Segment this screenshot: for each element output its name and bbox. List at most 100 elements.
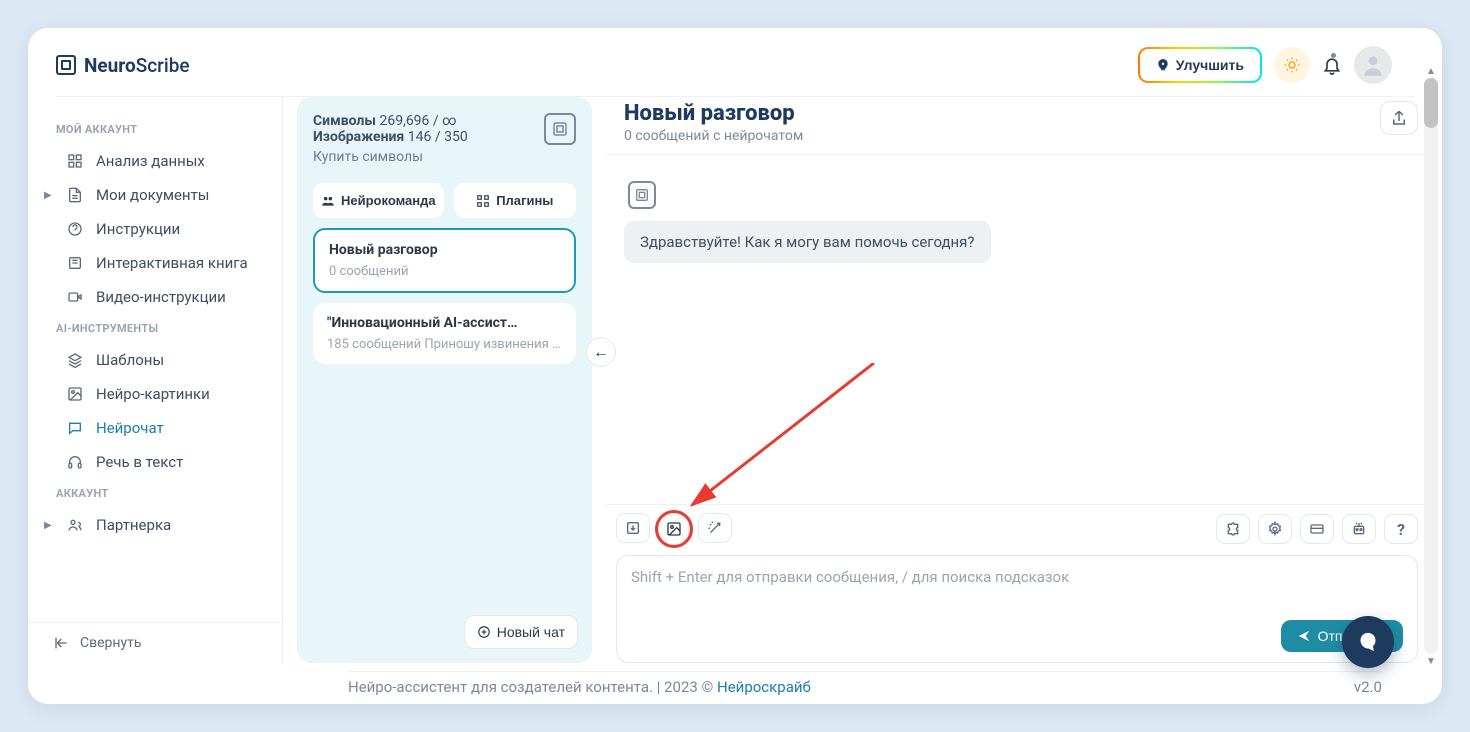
conversation-sub: 185 сообщений Приношу извинения … — [327, 337, 562, 352]
brand-badge — [544, 113, 576, 145]
sidebar-item-instructions[interactable]: Инструкции — [28, 212, 282, 246]
bot-message-bubble: Здравствуйте! Как я могу вам помочь сего… — [624, 221, 991, 263]
brand-badge-icon — [551, 120, 569, 138]
sidebar-label: Нейро-картинки — [96, 385, 210, 403]
composer: Отправить — [616, 555, 1418, 663]
plus-circle-icon — [477, 625, 491, 639]
sidebar-label: Анализ данных — [96, 152, 205, 170]
sidebar-item-documents[interactable]: ▶ Мои документы — [28, 178, 282, 212]
sidebar-label: Партнерка — [96, 516, 171, 534]
sidebar-item-interactive-book[interactable]: Интерактивная книга — [28, 246, 282, 280]
sidebar-label: Шаблоны — [96, 351, 164, 369]
tab-neuroteam[interactable]: Нейрокоманда — [313, 183, 444, 218]
app-header: NeuroScribe Улучшить — [28, 28, 1442, 90]
chat-area: Новый разговор 0 сообщений с нейрочатом … — [592, 97, 1442, 663]
extension-button[interactable] — [1216, 514, 1250, 544]
user-avatar[interactable] — [1354, 46, 1392, 84]
rocket-icon — [1156, 58, 1170, 72]
sidebar-section-account: МОЙ АККАУНТ — [28, 115, 282, 144]
sidebar-item-speech-to-text[interactable]: Речь в текст — [28, 445, 282, 479]
sidebar-item-video-instructions[interactable]: Видео-инструкции — [28, 280, 282, 314]
sidebar: МОЙ АККАУНТ Анализ данных ▶ Мои документ… — [28, 97, 283, 663]
magic-wand-icon — [707, 520, 723, 536]
sidebar-item-partner[interactable]: ▶ Партнерка — [28, 508, 282, 542]
upgrade-label: Улучшить — [1176, 57, 1244, 73]
sidebar-item-neurochat[interactable]: Нейрочат — [28, 411, 282, 445]
upgrade-button[interactable]: Улучшить — [1138, 47, 1262, 83]
help-button[interactable]: ? — [1384, 514, 1418, 544]
sun-icon — [1283, 56, 1301, 74]
conversation-card[interactable]: Новый разговор 0 сообщений — [313, 228, 576, 293]
collapse-panel-handle[interactable]: ← — [586, 337, 616, 367]
users-icon — [66, 516, 84, 534]
input-zone: ? Отправить — [606, 504, 1428, 663]
footer-version: v2.0 — [1354, 678, 1382, 696]
conversation-title: "Инновационный AI-ассист… — [327, 315, 562, 331]
sidebar-item-analytics[interactable]: Анализ данных — [28, 144, 282, 178]
scroll-up-arrow[interactable]: ▲ — [1424, 64, 1438, 78]
sidebar-section-ai-tools: AI-ИНСТРУМЕНТЫ — [28, 314, 282, 343]
brand-logo[interactable]: NeuroScribe — [56, 54, 190, 77]
sidebar-label: Интерактивная книга — [96, 254, 248, 272]
team-icon — [321, 194, 335, 208]
conversation-title: Новый разговор — [329, 242, 560, 258]
document-icon — [66, 186, 84, 204]
puzzle-icon — [1225, 521, 1241, 537]
theme-toggle[interactable] — [1274, 47, 1310, 83]
sidebar-label: Инструкции — [96, 220, 180, 238]
sidebar-item-neuro-images[interactable]: Нейро-картинки — [28, 377, 282, 411]
robot-button[interactable] — [1342, 514, 1376, 544]
tab-neuroteam-label: Нейрокоманда — [341, 193, 436, 208]
images-label: Изображения — [313, 129, 404, 145]
help-icon — [66, 220, 84, 238]
send-icon — [1297, 629, 1311, 643]
symbols-value: 269,696 / ∞ — [379, 113, 456, 129]
brand-icon — [56, 55, 76, 75]
floating-help-button[interactable] — [1342, 616, 1394, 668]
notifications-button[interactable] — [1322, 55, 1342, 75]
brand-text: NeuroScribe — [84, 54, 190, 77]
app-footer: Нейро-ассистент для создателей контента.… — [348, 671, 1382, 702]
share-button[interactable] — [1380, 101, 1418, 135]
chat-body: Здравствуйте! Как я могу вам помочь сего… — [606, 154, 1428, 504]
attach-file-button[interactable] — [616, 513, 650, 543]
card-button[interactable] — [1300, 514, 1334, 544]
magic-button[interactable] — [698, 513, 732, 543]
panel-tabs: Нейрокоманда Плагины — [313, 183, 576, 218]
footer-brand-link[interactable]: Нейроскрайб — [717, 678, 811, 696]
conversation-card[interactable]: "Инновационный AI-ассист… 185 сообщений … — [313, 303, 576, 364]
attach-image-button[interactable] — [658, 513, 690, 545]
chat-title: Новый разговор — [624, 101, 803, 126]
help-label: ? — [1397, 520, 1405, 539]
app-window: ▲ ▼ NeuroScribe Улучшить — [28, 28, 1442, 704]
chat-header: Новый разговор 0 сообщений с нейрочатом — [606, 97, 1428, 154]
header-actions: Улучшить — [1138, 46, 1392, 84]
buy-symbols-link[interactable]: Купить символы — [313, 149, 468, 165]
sidebar-label: Видео-инструкции — [96, 288, 226, 306]
card-icon — [1309, 521, 1325, 537]
image-icon — [66, 385, 84, 403]
bot-message-row: Здравствуйте! Как я могу вам помочь сего… — [624, 181, 1410, 263]
symbols-label: Символы — [313, 113, 376, 129]
chat-subtitle: 0 сообщений с нейрочатом — [624, 128, 803, 144]
download-icon — [625, 520, 641, 536]
sidebar-item-templates[interactable]: Шаблоны — [28, 343, 282, 377]
tab-plugins-label: Плагины — [496, 193, 553, 208]
conversations-panel: Символы 269,696 / ∞ Изображения 146 / 35… — [297, 97, 592, 663]
headphones-icon — [66, 453, 84, 471]
bot-avatar — [628, 181, 656, 209]
collapse-sidebar-button[interactable]: Свернуть — [28, 622, 282, 663]
chat-bubble-icon — [1358, 629, 1378, 655]
footer-text: Нейро-ассистент для создателей контента.… — [348, 678, 811, 696]
message-input[interactable] — [631, 568, 1403, 604]
book-icon — [66, 254, 84, 272]
plugins-icon — [476, 194, 490, 208]
sidebar-label: Речь в текст — [96, 453, 183, 471]
settings-button[interactable] — [1258, 514, 1292, 544]
share-icon — [1390, 109, 1408, 127]
sidebar-label: Мои документы — [96, 186, 209, 204]
new-chat-button[interactable]: Новый чат — [464, 615, 578, 649]
conversation-sub: 0 сообщений — [329, 264, 560, 279]
tab-plugins[interactable]: Плагины — [454, 183, 576, 218]
sidebar-section-account2: АККАУНТ — [28, 479, 282, 508]
